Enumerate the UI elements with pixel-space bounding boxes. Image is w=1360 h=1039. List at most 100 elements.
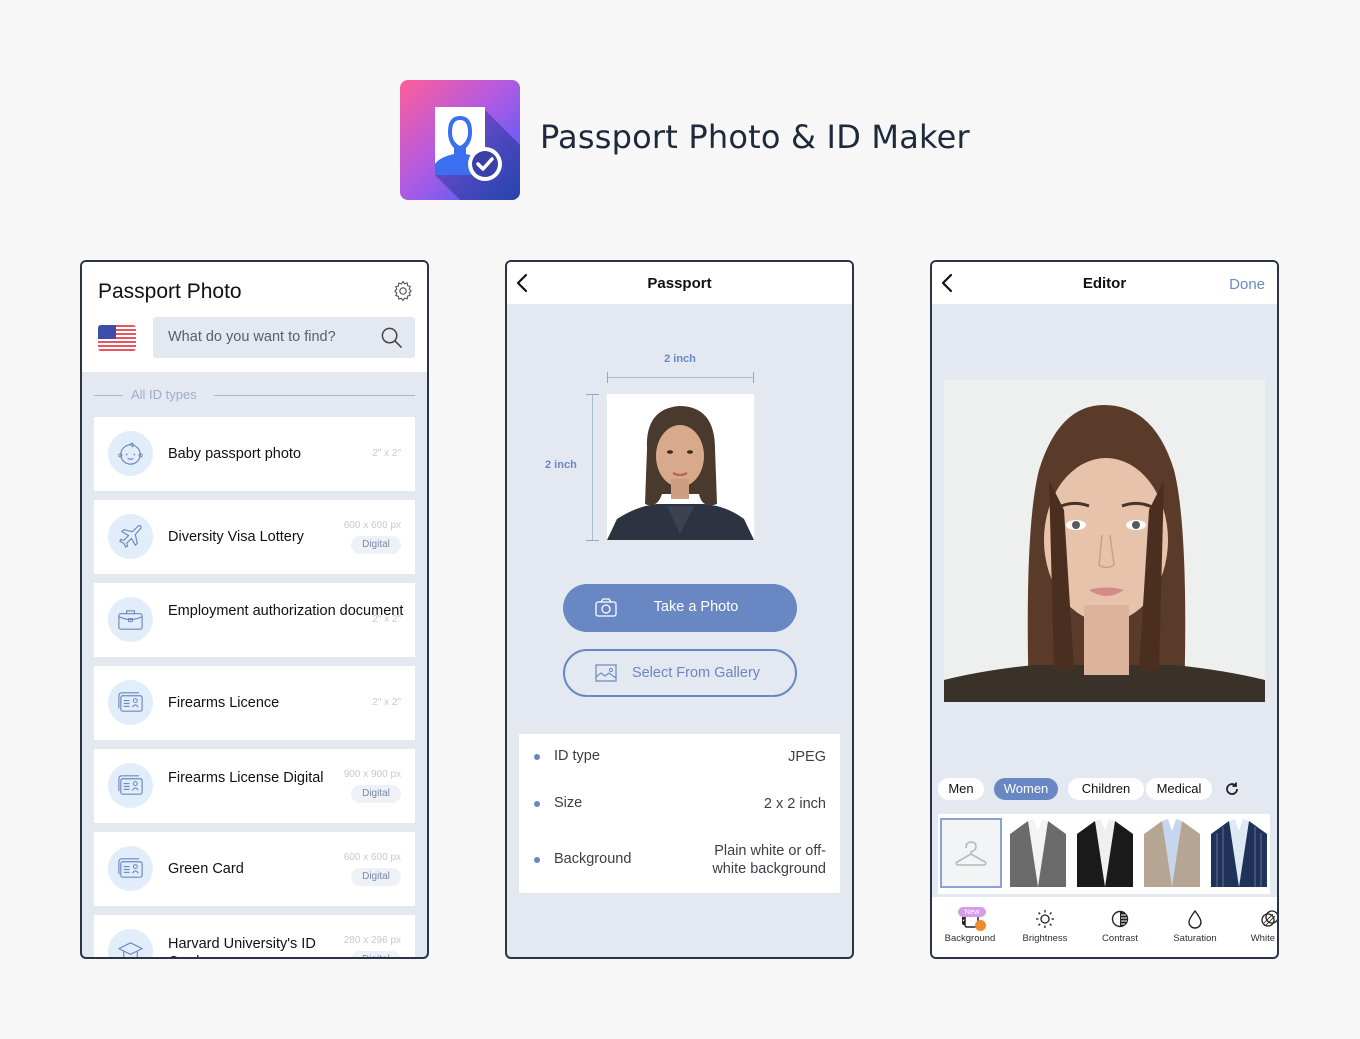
list-item-size: 280 x 296 px <box>343 935 401 946</box>
chip-children[interactable]: Children <box>1068 778 1144 800</box>
sample-passport-photo <box>607 394 754 540</box>
white-balance-icon <box>1261 910 1277 927</box>
bullet <box>534 801 540 807</box>
tool-white-balance[interactable]: White Ba <box>1234 909 1277 944</box>
list-item-size: 600 x 600 px <box>343 852 401 863</box>
page-title: Editor <box>1082 275 1127 292</box>
airplane-icon <box>108 514 153 559</box>
width-dimension-label: 2 inch <box>664 353 696 365</box>
app-icon <box>400 80 520 200</box>
tool-label: Saturation <box>1173 933 1217 944</box>
tool-brightness[interactable]: Brightness <box>1009 909 1081 944</box>
digital-badge: Digital <box>351 785 401 803</box>
id-card-icon <box>108 680 153 725</box>
take-photo-button[interactable]: Take a Photo <box>563 584 797 632</box>
phone-screen-id-list: Passport Photo What do you want to find?… <box>80 260 429 959</box>
chip-medical[interactable]: Medical <box>1146 778 1212 800</box>
info-key: ID type <box>554 748 600 764</box>
page-title: Passport Photo <box>98 280 242 303</box>
list-item-size: 600 x 600 px <box>343 520 401 531</box>
list-item-size: 2" x 2" <box>372 614 401 625</box>
editor-toolbar: New Background Brightness Contrast Satur… <box>932 897 1277 957</box>
id-card-icon <box>108 846 153 891</box>
outfit-navy-pinstripe-blazer[interactable] <box>1211 819 1267 887</box>
outfit-none[interactable] <box>940 818 1002 888</box>
done-button[interactable]: Done <box>1229 276 1265 293</box>
app-icon-graphic <box>435 107 520 200</box>
editor-photo-preview <box>944 380 1265 702</box>
dimension-tick <box>586 540 599 541</box>
sun-icon <box>1036 910 1054 928</box>
digital-badge: Digital <box>351 951 401 957</box>
list-item-label: Harvard University's ID Card <box>168 936 316 957</box>
app-title: Passport Photo & ID Maker <box>540 118 970 156</box>
outfit-picker <box>938 814 1270 894</box>
section-label-text: All ID types <box>131 387 197 402</box>
tool-contrast[interactable]: Contrast <box>1084 909 1156 944</box>
list-item-baby-passport[interactable]: Baby passport photo 2" x 2" <box>94 417 415 491</box>
list-item-firearms-license-digital[interactable]: Firearms License Digital 900 x 900 px Di… <box>94 749 415 823</box>
select-from-gallery-button[interactable]: Select From Gallery <box>563 649 797 697</box>
hanger-icon <box>955 841 987 866</box>
phone-screen-passport: Passport 2 inch 2 inch Take a Photo Sele… <box>505 260 854 959</box>
list-header: Passport Photo What do you want to find? <box>82 262 427 372</box>
take-photo-label: Take a Photo <box>653 599 739 615</box>
list-item-size: 2" x 2" <box>372 697 401 708</box>
us-flag-icon[interactable] <box>98 325 136 351</box>
list-item-label: Baby passport photo <box>168 446 302 462</box>
contrast-icon <box>1111 910 1129 928</box>
list-item-employment-authorization[interactable]: Employment authorization document 2" x 2… <box>94 583 415 657</box>
tool-saturation[interactable]: Saturation <box>1159 909 1231 944</box>
briefcase-icon <box>108 597 153 642</box>
outfit-black-blazer[interactable] <box>1077 819 1133 887</box>
info-key: Background <box>554 851 632 867</box>
search-input[interactable]: What do you want to find? <box>153 317 415 358</box>
outfit-grey-blazer[interactable] <box>1010 819 1066 887</box>
height-dimension-line <box>592 394 593 540</box>
outfit-category-chips: Men Women Children Medical <box>938 778 1268 802</box>
refresh-icon[interactable] <box>1224 781 1240 797</box>
bullet <box>534 754 540 760</box>
tool-label: Contrast <box>1102 933 1138 944</box>
bullet <box>534 857 540 863</box>
droplet-icon <box>1188 909 1202 929</box>
info-value: 2 x 2 inch <box>763 796 826 812</box>
list-item-firearms-licence[interactable]: Firearms Licence 2" x 2" <box>94 666 415 740</box>
dimension-tick <box>607 372 608 383</box>
tool-background[interactable]: New Background <box>934 907 1006 944</box>
list-item-label: Employment authorization document <box>168 603 404 619</box>
gear-icon[interactable] <box>391 279 415 303</box>
list-item-label: Firearms License Digital <box>168 770 324 786</box>
digital-badge: Digital <box>351 868 401 886</box>
lock-icon <box>975 920 986 931</box>
tool-label: White Ba <box>1250 933 1277 944</box>
outfit-beige-blazer[interactable] <box>1144 819 1200 887</box>
list-item-green-card[interactable]: Green Card 600 x 600 px Digital <box>94 832 415 906</box>
tool-label: Background <box>944 933 996 944</box>
list-item-size: 2" x 2" <box>372 448 401 459</box>
search-icon[interactable] <box>380 326 403 349</box>
list-item-label: Firearms Licence <box>168 695 280 711</box>
digital-badge: Digital <box>351 536 401 554</box>
photo-requirements-card: ID type JPEG Size 2 x 2 inch Background … <box>519 734 840 893</box>
chip-men[interactable]: Men <box>938 778 984 800</box>
list-item-diversity-visa[interactable]: Diversity Visa Lottery 600 x 600 px Digi… <box>94 500 415 574</box>
info-key: Size <box>554 795 583 811</box>
section-label: All ID types <box>82 386 427 406</box>
page-title: Passport <box>647 275 712 292</box>
info-value: Plain white or off-white background <box>712 843 826 877</box>
chip-women[interactable]: Women <box>994 778 1058 800</box>
dimension-tick <box>586 394 599 395</box>
baby-face-icon <box>108 431 153 476</box>
list-item-label: Green Card <box>168 861 244 877</box>
gallery-label: Select From Gallery <box>631 665 761 681</box>
tool-label: Brightness <box>1022 933 1068 944</box>
phone-screen-editor: Editor Done Men Women Children Medical N… <box>930 260 1279 959</box>
id-card-icon <box>108 763 153 808</box>
list-item-harvard-id[interactable]: Harvard University's ID Card 280 x 296 p… <box>94 915 415 957</box>
list-item-label: Diversity Visa Lottery <box>168 529 304 545</box>
divider <box>94 395 123 396</box>
height-dimension-label: 2 inch <box>545 459 577 471</box>
width-dimension-line <box>607 377 754 378</box>
new-badge: New <box>958 907 986 917</box>
